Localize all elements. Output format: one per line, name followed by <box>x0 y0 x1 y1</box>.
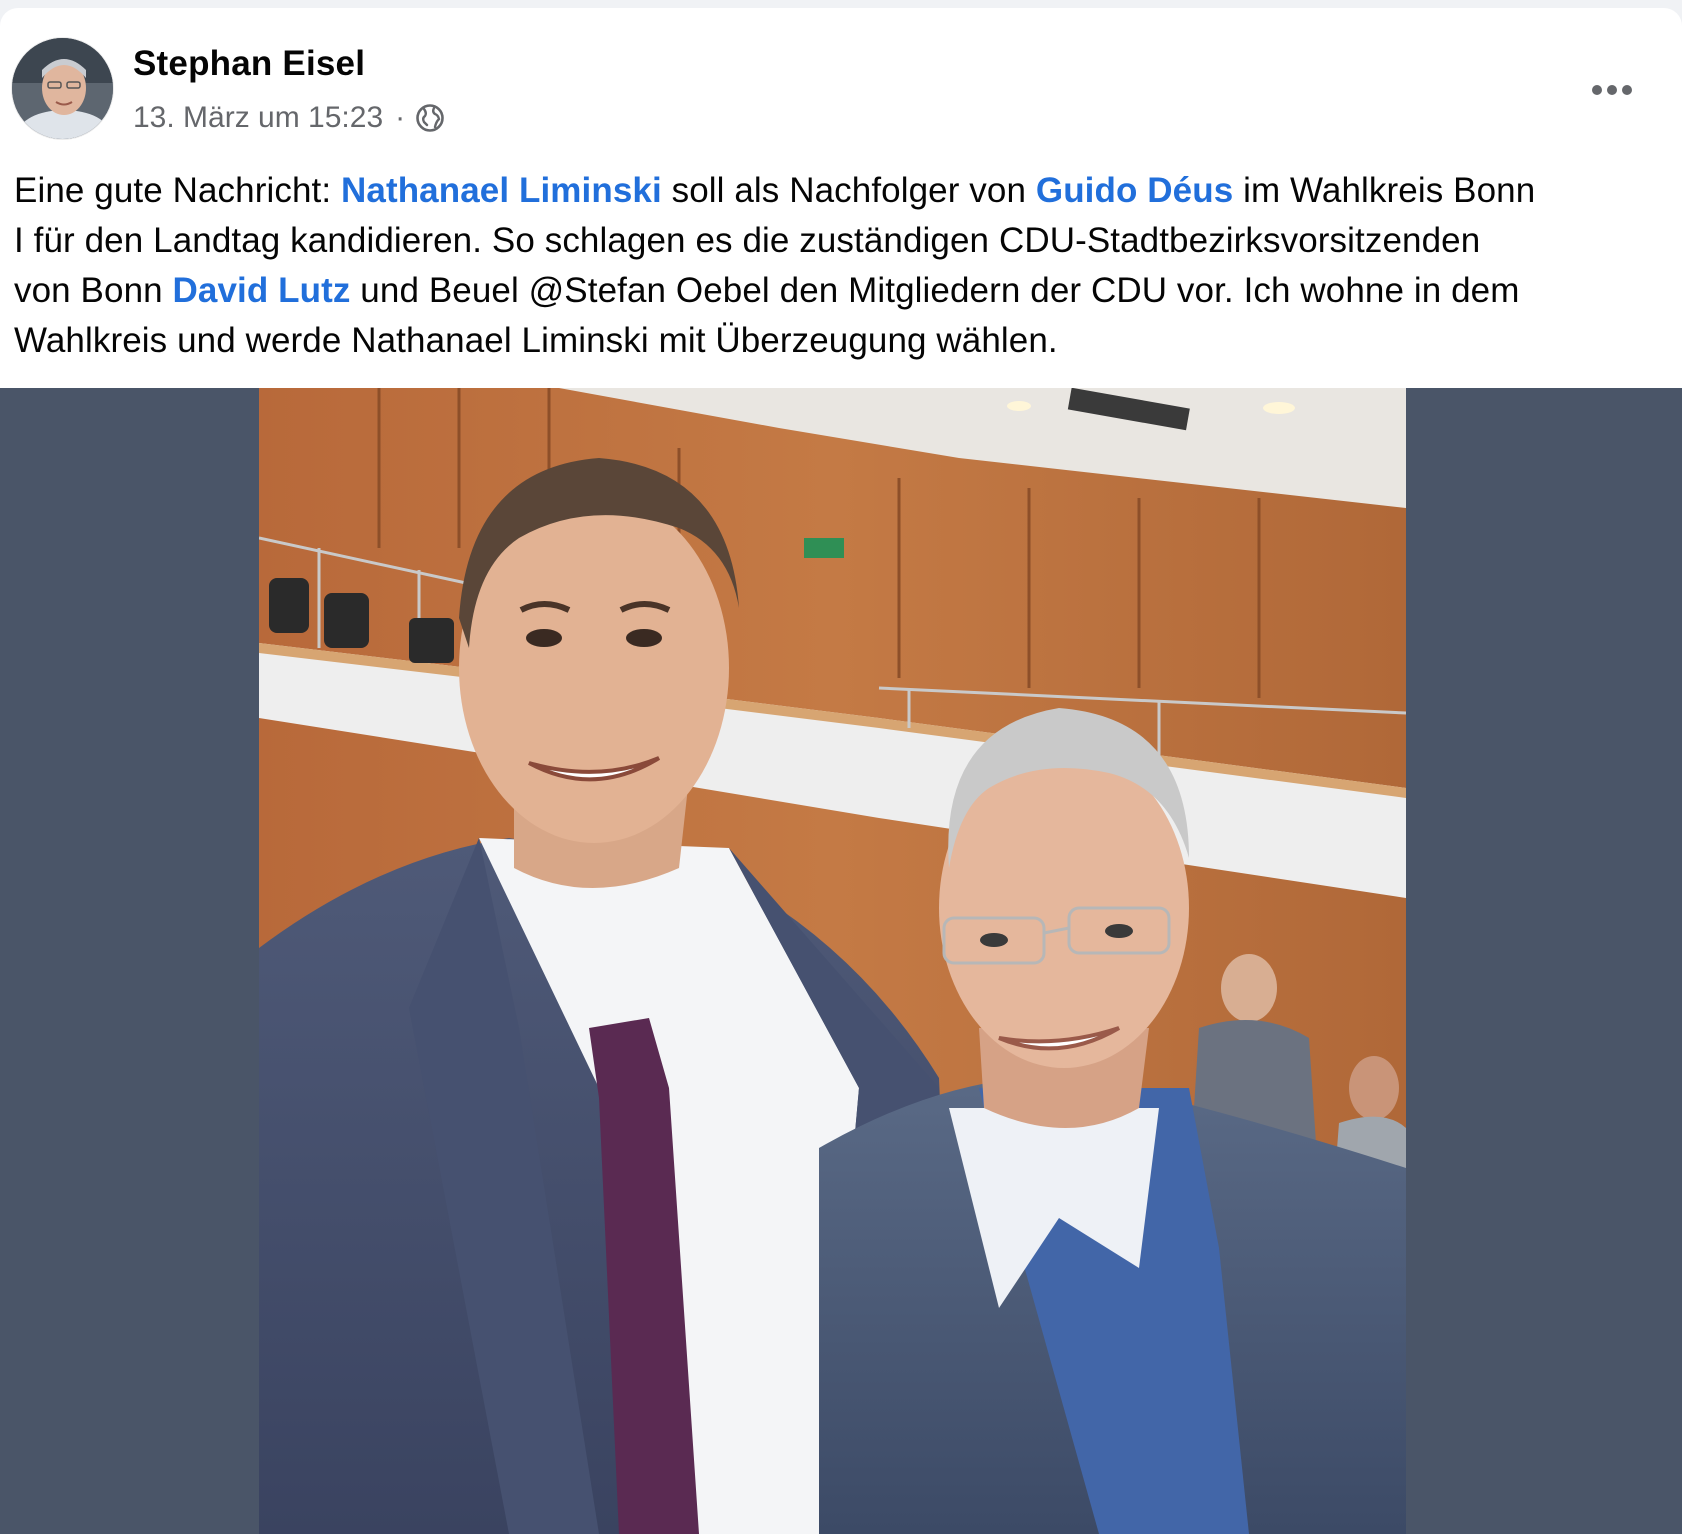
post-meta: 13. März um 15:23 · <box>133 98 445 138</box>
post-text-line: von Bonn David Lutz und Beuel @Stefan Oe… <box>14 266 1674 316</box>
globe-icon[interactable] <box>415 103 445 133</box>
post-text-line: I für den Landtag kandidieren. So schlag… <box>14 221 1481 260</box>
mention-nathanael-liminski[interactable]: Nathanael Liminski <box>341 171 662 210</box>
post-timestamp[interactable]: 13. März um 15:23 <box>133 101 383 135</box>
facebook-post: Stephan Eisel 13. März um 15:23 · Eine g… <box>0 8 1682 1534</box>
post-text-segment: von Bonn <box>14 271 173 310</box>
more-options-icon <box>1591 84 1633 96</box>
author-name[interactable]: Stephan Eisel <box>133 44 365 84</box>
post-media <box>0 388 1682 1534</box>
post-text-segment: soll als Nachfolger von <box>661 171 1036 210</box>
post-text-line: Eine gute Nachricht: Nathanael Liminski … <box>14 166 1674 216</box>
meta-separator: · <box>395 101 406 134</box>
post-text-segment: und Beuel @Stefan Oebel den Mitgliedern … <box>350 271 1520 310</box>
mention-guido-deus[interactable]: Guido Déus <box>1036 171 1233 210</box>
mention-david-lutz[interactable]: David Lutz <box>173 271 351 310</box>
post-text: Eine gute Nachricht: Nathanael Liminski … <box>14 166 1674 366</box>
author-avatar[interactable] <box>12 38 113 139</box>
post-text-segment: im Wahlkreis Bonn <box>1233 171 1536 210</box>
more-options-button[interactable] <box>1582 68 1642 112</box>
post-text-segment: Eine gute Nachricht: <box>14 171 341 210</box>
post-photo[interactable] <box>259 388 1406 1534</box>
post-header: Stephan Eisel 13. März um 15:23 · <box>0 8 1682 143</box>
post-text-line: Wahlkreis und werde Nathanael Liminski m… <box>14 321 1058 360</box>
